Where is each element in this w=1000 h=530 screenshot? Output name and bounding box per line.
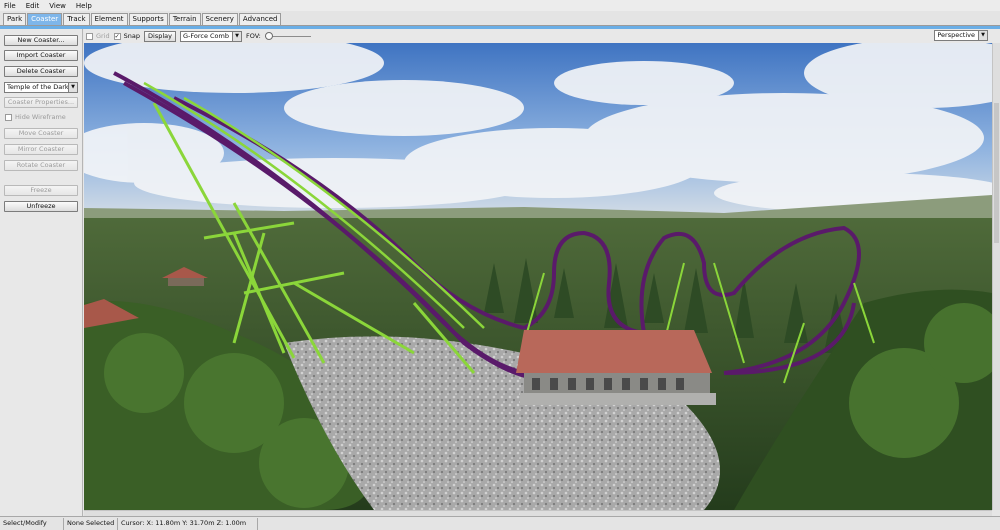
chevron-down-icon[interactable]: ▼ xyxy=(68,83,77,92)
gforce-select-value: G-Force Comb xyxy=(182,31,229,40)
display-button[interactable]: Display xyxy=(144,30,176,42)
tab-scenery[interactable]: Scenery xyxy=(201,13,238,25)
scene-render xyxy=(84,43,992,510)
menu-file[interactable]: File xyxy=(4,2,16,10)
unfreeze-button[interactable]: Unfreeze xyxy=(4,201,78,212)
new-coaster-button[interactable]: New Coaster... xyxy=(4,35,78,46)
gforce-select[interactable]: G-Force Comb ▼ xyxy=(179,30,242,42)
tab-supports[interactable]: Supports xyxy=(128,13,168,25)
coaster-select-value: Temple of the Dark K xyxy=(7,83,76,91)
tab-advanced[interactable]: Advanced xyxy=(238,13,282,25)
freeze-button[interactable]: Freeze xyxy=(4,185,78,196)
3d-viewport[interactable] xyxy=(84,43,992,510)
move-coaster-button[interactable]: Move Coaster xyxy=(4,128,78,139)
menu-view[interactable]: View xyxy=(49,2,66,10)
view-mode-value: Perspective xyxy=(937,31,975,39)
status-mode: Select/Modify xyxy=(0,517,64,530)
rotate-coaster-button[interactable]: Rotate Coaster xyxy=(4,160,78,171)
import-coaster-button[interactable]: Import Coaster xyxy=(4,50,78,61)
checkbox-icon xyxy=(5,113,12,121)
chevron-down-icon[interactable]: ▼ xyxy=(232,31,241,41)
grid-checkbox[interactable]: Grid xyxy=(86,32,110,40)
coaster-panel: New Coaster... Import Coaster Delete Coa… xyxy=(0,29,83,516)
mirror-coaster-button[interactable]: Mirror Coaster xyxy=(4,144,78,155)
tab-terrain[interactable]: Terrain xyxy=(168,13,201,25)
menu-bar: File Edit View Help xyxy=(0,0,1000,11)
vertical-scrollbar-thumb[interactable] xyxy=(994,103,999,243)
status-selection: None Selected xyxy=(64,517,118,530)
hide-wireframe-label: Hide Wireframe xyxy=(15,113,66,121)
fov-slider[interactable] xyxy=(264,31,311,42)
vertical-scrollbar[interactable] xyxy=(992,43,1000,510)
checkbox-icon xyxy=(86,32,93,40)
snap-label: Snap xyxy=(123,32,141,40)
fov-slider-thumb[interactable] xyxy=(264,31,273,40)
delete-coaster-button[interactable]: Delete Coaster xyxy=(4,66,78,77)
checkmark-icon: ✓ xyxy=(113,32,121,40)
fov-label: FOV: xyxy=(246,32,261,40)
status-bar: Select/Modify None Selected Cursor: X: 1… xyxy=(0,516,1000,530)
coaster-select[interactable]: Temple of the Dark K ▼ xyxy=(4,82,78,93)
tab-element[interactable]: Element xyxy=(90,13,128,25)
tab-track[interactable]: Track xyxy=(63,13,90,25)
view-mode-select[interactable]: Perspective ▼ xyxy=(934,30,988,41)
chevron-down-icon[interactable]: ▼ xyxy=(978,31,987,40)
coaster-properties-button[interactable]: Coaster Properties... xyxy=(4,97,78,108)
menu-help[interactable]: Help xyxy=(76,2,92,10)
grid-label: Grid xyxy=(96,32,110,40)
viewport-toolbar: Grid ✓ Snap Display G-Force Comb ▼ FOV: … xyxy=(84,29,1000,43)
tab-park[interactable]: Park xyxy=(3,13,27,25)
snap-checkbox[interactable]: ✓ Snap xyxy=(113,32,141,40)
menu-edit[interactable]: Edit xyxy=(26,2,40,10)
tab-coaster[interactable]: Coaster xyxy=(27,13,63,25)
hide-wireframe-checkbox[interactable]: Hide Wireframe xyxy=(5,113,66,121)
status-cursor: Cursor: X: 11.80m Y: 31.70m Z: 1.00m xyxy=(118,517,258,530)
tab-bar: Park Coaster Track Element Supports Terr… xyxy=(0,11,1000,26)
